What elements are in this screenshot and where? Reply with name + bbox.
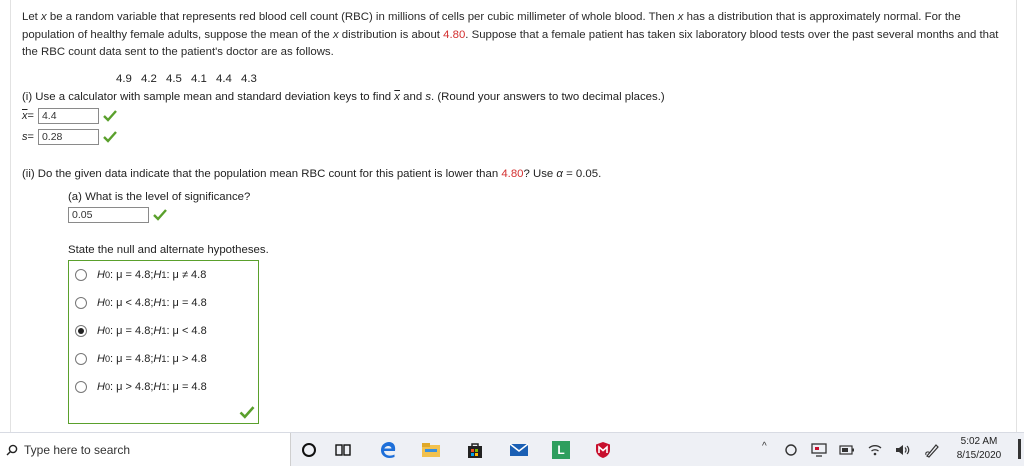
right-scroll-edge	[1016, 0, 1024, 432]
show-desktop-button[interactable]	[1018, 439, 1021, 459]
radio-button[interactable]	[75, 353, 87, 365]
wifi-signal-icon	[868, 445, 882, 456]
clock-date: 8/15/2020	[956, 450, 1002, 461]
battery-glyph-icon	[839, 445, 854, 455]
problem-statement: Let x be a random variable that represen…	[22, 11, 999, 58]
wifi-icon[interactable]	[864, 439, 886, 461]
data-values: 4.9 4.2 4.5 4.1 4.4 4.3	[116, 73, 257, 85]
search-placeholder: Type here to search	[24, 442, 131, 457]
radio-button[interactable]	[75, 297, 87, 309]
population-mean: 4.80	[443, 28, 466, 41]
cortana-circle-icon	[302, 443, 316, 457]
envelope-icon	[509, 443, 529, 456]
hypothesis-option-selected[interactable]: H0: μ = 4.8; H1: μ < 4.8	[75, 325, 207, 337]
shield-m-icon	[596, 442, 610, 458]
xbar-answer-row: x = 4.4	[22, 108, 117, 124]
show-hidden-icons-chevron-icon[interactable]: ^	[762, 441, 767, 452]
pen-ink-icon[interactable]	[922, 439, 944, 461]
search-icon	[6, 444, 18, 455]
correct-check-icon	[103, 131, 117, 143]
mcafee-icon[interactable]	[592, 439, 614, 461]
store-icon[interactable]	[464, 439, 486, 461]
learning-app-icon[interactable]: L	[550, 439, 572, 461]
edge-browser-icon[interactable]	[378, 439, 400, 461]
battery-icon[interactable]	[836, 439, 858, 461]
significance-answer-row: 0.05	[64, 207, 167, 223]
radio-button[interactable]	[75, 269, 87, 281]
part-i-question: (i) Use a calculator with sample mean an…	[22, 91, 665, 103]
radio-button-selected[interactable]	[75, 325, 87, 337]
hypotheses-options: H0: μ = 4.8; H1: μ ≠ 4.8 H0: μ < 4.8; H1…	[68, 260, 259, 424]
task-view-icon[interactable]	[332, 439, 354, 461]
correct-check-icon	[239, 406, 255, 419]
taskbar-search-box[interactable]: Type here to search	[0, 433, 291, 466]
hypothesis-option[interactable]: H0: μ < 4.8; H1: μ = 4.8	[75, 297, 207, 309]
pen-glyph-icon	[925, 444, 939, 458]
cortana-icon[interactable]	[298, 439, 320, 461]
left-border	[0, 0, 11, 432]
monitor-icon	[811, 443, 827, 457]
radio-button[interactable]	[75, 381, 87, 393]
xbar-input[interactable]: 4.4	[37, 108, 99, 124]
hypotheses-label: State the null and alternate hypotheses.	[68, 244, 269, 256]
correct-check-icon	[103, 110, 117, 122]
hypothesis-option[interactable]: H0: μ = 4.8; H1: μ ≠ 4.8	[75, 269, 206, 281]
part-a-question: (a) What is the level of significance?	[68, 191, 251, 203]
edge-e-icon	[381, 442, 396, 458]
hypothesis-option[interactable]: H0: μ > 4.8; H1: μ = 4.8	[75, 381, 207, 393]
file-explorer-icon[interactable]	[420, 439, 442, 461]
display-app-icon[interactable]	[808, 439, 830, 461]
part-ii-question: (ii) Do the given data indicate that the…	[22, 168, 602, 180]
speaker-icon	[896, 445, 910, 455]
clock-time: 5:02 AM	[960, 436, 998, 447]
shopping-bag-icon	[468, 443, 482, 458]
onedrive-icon[interactable]	[780, 439, 802, 461]
circle-outline-icon	[785, 444, 797, 456]
system-clock[interactable]: 5:02 AM 8/15/2020	[950, 435, 1008, 463]
hypothesis-option[interactable]: H0: μ = 4.8; H1: μ > 4.8	[75, 353, 207, 365]
homework-page: Let x be a random variable that represen…	[0, 0, 1024, 432]
windows-taskbar: Type here to search L ^ 5:02 AM 8/15/202…	[0, 432, 1024, 466]
mail-icon[interactable]	[508, 439, 530, 461]
s-answer-row: s = 0.28	[22, 129, 117, 145]
letter-l-icon: L	[552, 441, 570, 459]
significance-input[interactable]: 0.05	[68, 207, 149, 223]
volume-icon[interactable]	[892, 439, 914, 461]
s-input[interactable]: 0.28	[37, 129, 99, 145]
task-view-glyph-icon	[335, 444, 351, 456]
correct-check-icon	[153, 209, 167, 221]
folder-icon	[422, 443, 440, 457]
